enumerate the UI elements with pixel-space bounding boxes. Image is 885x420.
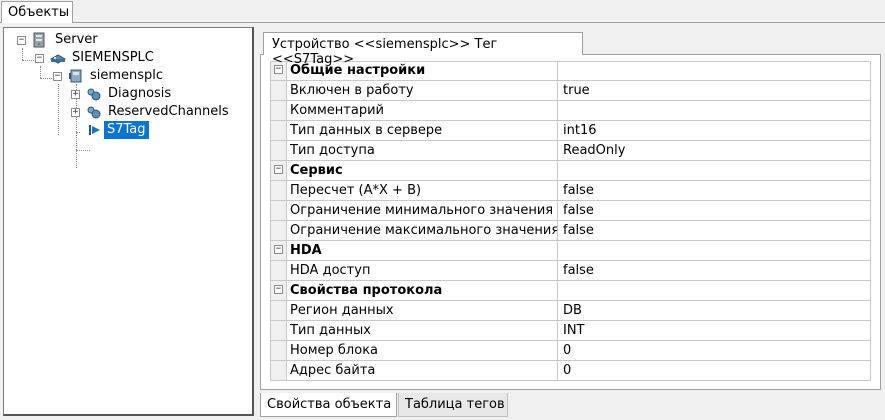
- property-grid-panel: − Общие настройки Включен в работу true Комм…: [260, 54, 881, 390]
- property-value[interactable]: false: [563, 221, 594, 240]
- property-name: Ограничение минимального значения: [290, 201, 558, 220]
- collapse-toggle-icon[interactable]: −: [35, 54, 44, 63]
- property-value[interactable]: false: [563, 181, 594, 200]
- property-row[interactable]: HDA доступ false: [270, 261, 871, 281]
- tab-objects[interactable]: Объекты: [1, 1, 73, 23]
- row-gutter: [270, 141, 287, 160]
- property-value[interactable]: 0: [563, 361, 571, 380]
- property-value[interactable]: ReadOnly: [563, 141, 625, 160]
- row-gutter: [270, 101, 287, 120]
- row-gutter: [270, 121, 287, 140]
- tab-object-properties-label: Свойства объекта: [267, 397, 392, 412]
- row-gutter: [270, 341, 287, 360]
- tree-node-label: ReservedChannels: [108, 104, 229, 119]
- property-category-row[interactable]: − Общие настройки: [270, 61, 871, 81]
- expand-toggle-icon[interactable]: +: [71, 90, 80, 99]
- tree-connector: [22, 60, 36, 61]
- property-name: Адрес байта: [290, 361, 558, 380]
- property-row[interactable]: Включен в работу true: [270, 81, 871, 101]
- property-name: Тип доступа: [290, 141, 558, 160]
- property-name: Тип данных в сервере: [290, 121, 558, 140]
- tree-connector: [58, 84, 59, 135]
- row-gutter: −: [270, 161, 287, 180]
- row-gutter: [270, 261, 287, 280]
- property-row[interactable]: Тип данных INT: [270, 321, 871, 341]
- tab-strip-divider: [0, 22, 885, 23]
- property-name: HDA доступ: [290, 261, 558, 280]
- property-row[interactable]: Тип доступа ReadOnly: [270, 141, 871, 161]
- property-name: Пересчет (A*X + B): [290, 181, 558, 200]
- property-value[interactable]: false: [563, 201, 594, 220]
- property-value[interactable]: true: [563, 81, 590, 100]
- category-label: Свойства протокола: [290, 281, 558, 300]
- tree-connector: [40, 66, 41, 78]
- property-row[interactable]: Пересчет (A*X + B) false: [270, 181, 871, 201]
- device-icon: [69, 69, 82, 83]
- collapse-category-icon[interactable]: −: [274, 165, 283, 174]
- property-value[interactable]: 0: [563, 341, 571, 360]
- property-row[interactable]: Адрес байта 0: [270, 361, 871, 381]
- tree-connector: [22, 48, 23, 60]
- folder-group-icon: [87, 106, 101, 119]
- tree-connector: [76, 132, 80, 133]
- property-grid[interactable]: − Общие настройки Включен в работу true Комм…: [270, 61, 871, 381]
- tree-connector: [40, 78, 54, 79]
- tree-node-label: Server: [55, 32, 98, 47]
- property-row[interactable]: Регион данных DB: [270, 301, 871, 321]
- property-row[interactable]: Комментарий: [270, 101, 871, 121]
- row-gutter: [270, 301, 287, 320]
- property-row[interactable]: Номер блока 0: [270, 341, 871, 361]
- property-name: Регион данных: [290, 301, 558, 320]
- property-name: Ограничение максимального значения: [290, 221, 558, 240]
- property-row[interactable]: Ограничение максимального значения false: [270, 221, 871, 241]
- folder-group-icon: [87, 88, 101, 101]
- tag-arrow-icon: [89, 125, 100, 135]
- property-value[interactable]: INT: [563, 321, 585, 340]
- tab-object-properties[interactable]: Свойства объекта: [260, 393, 397, 417]
- expand-toggle-icon[interactable]: +: [71, 108, 80, 117]
- row-gutter: [270, 321, 287, 340]
- tree-node-label: siemensplc: [90, 68, 164, 83]
- tab-device-tag[interactable]: Устройство <<siemensplc>> Тег <<S7Tag>>: [263, 32, 583, 67]
- property-category-row[interactable]: − Свойства протокола: [270, 281, 871, 301]
- collapse-category-icon[interactable]: −: [274, 285, 283, 294]
- tree-connector: [76, 150, 90, 151]
- property-category-row[interactable]: − HDA: [270, 241, 871, 261]
- tab-tag-table[interactable]: Таблица тегов: [398, 393, 508, 417]
- plc-device-icon: [49, 54, 67, 64]
- tree-node-label: S7Tag: [104, 121, 149, 139]
- collapse-toggle-icon[interactable]: −: [53, 72, 62, 81]
- property-name: Тип данных: [290, 321, 558, 340]
- property-row[interactable]: Ограничение минимального значения false: [270, 201, 871, 221]
- category-label: Сервис: [290, 161, 558, 180]
- row-gutter: [270, 361, 287, 380]
- property-value[interactable]: DB: [563, 301, 582, 320]
- server-icon: [33, 32, 45, 48]
- tab-objects-label: Объекты: [8, 5, 70, 20]
- row-gutter: [270, 201, 287, 220]
- property-value[interactable]: int16: [563, 121, 597, 140]
- property-name: Комментарий: [290, 101, 558, 120]
- row-gutter: [270, 181, 287, 200]
- property-category-row[interactable]: − Сервис: [270, 161, 871, 181]
- collapse-toggle-icon[interactable]: −: [17, 36, 26, 45]
- property-name: Номер блока: [290, 341, 558, 360]
- collapse-category-icon[interactable]: −: [274, 245, 283, 254]
- tab-tag-table-label: Таблица тегов: [405, 397, 505, 412]
- property-name: Включен в работу: [290, 81, 558, 100]
- property-row[interactable]: Тип данных в сервере int16: [270, 121, 871, 141]
- row-gutter: [270, 221, 287, 240]
- object-tree[interactable]: − Server − SIEMENSPLC − siemensplc + Dia…: [3, 27, 254, 416]
- tree-node-label: Diagnosis: [108, 86, 172, 101]
- row-gutter: [270, 81, 287, 100]
- property-value[interactable]: false: [563, 261, 594, 280]
- category-label: HDA: [290, 241, 558, 260]
- row-gutter: −: [270, 241, 287, 260]
- row-gutter: −: [270, 281, 287, 300]
- tree-node-label: SIEMENSPLC: [72, 50, 154, 65]
